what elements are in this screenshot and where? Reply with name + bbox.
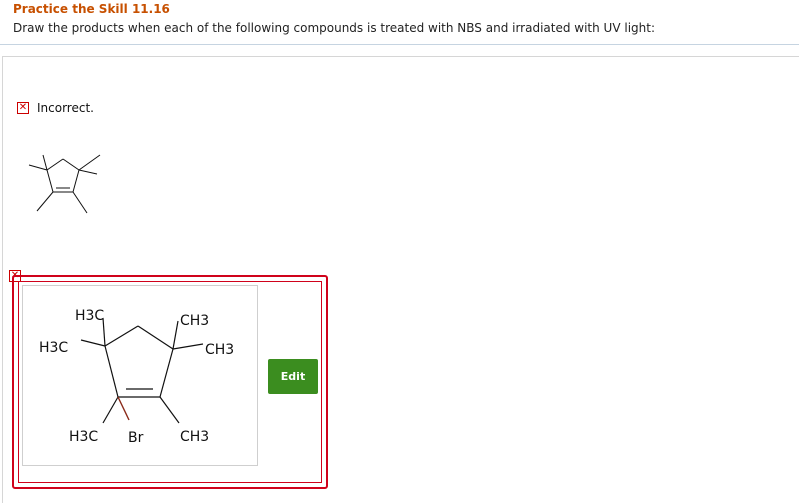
atom-label: CH3 bbox=[205, 342, 234, 358]
question-title: Practice the Skill 11.16 bbox=[13, 2, 170, 16]
given-compound-structure bbox=[28, 154, 101, 214]
ring-bond bbox=[62, 158, 80, 171]
methyl-bond bbox=[78, 169, 98, 175]
methyl-bond bbox=[78, 154, 101, 171]
ring-bond bbox=[72, 169, 80, 193]
methyl-bond bbox=[72, 191, 88, 214]
drawing-canvas[interactable]: H3C H3C CH3 CH3 H3C Br CH3 bbox=[22, 285, 258, 466]
methyl-bond bbox=[36, 191, 54, 212]
methyl-bond bbox=[172, 343, 204, 350]
ring-bond bbox=[137, 325, 174, 350]
methyl-bond bbox=[172, 320, 179, 350]
product-structure: H3C H3C CH3 CH3 H3C Br CH3 bbox=[39, 308, 234, 446]
edit-button[interactable]: Edit bbox=[268, 359, 318, 394]
feedback-status: Incorrect. bbox=[37, 101, 94, 115]
atom-label: H3C bbox=[69, 429, 98, 445]
ring-bond bbox=[46, 158, 64, 171]
ring-bond bbox=[159, 348, 174, 398]
ring-bond bbox=[104, 325, 139, 347]
x-mark-icon: ✕ bbox=[17, 102, 29, 114]
methyl-bond bbox=[102, 396, 119, 424]
methyl-bond bbox=[42, 154, 48, 171]
atom-label: H3C bbox=[39, 340, 68, 356]
question-prompt: Draw the products when each of the follo… bbox=[13, 21, 656, 35]
ring-bond bbox=[104, 345, 119, 398]
methyl-bond bbox=[28, 164, 48, 171]
methyl-bond bbox=[159, 396, 180, 424]
atom-label: CH3 bbox=[180, 313, 209, 329]
bromine-bond bbox=[117, 396, 130, 421]
atom-label: CH3 bbox=[180, 429, 209, 445]
divider bbox=[0, 44, 799, 45]
methyl-bond bbox=[80, 339, 106, 347]
atom-label: H3C bbox=[75, 308, 104, 324]
atom-label: Br bbox=[128, 430, 144, 446]
ring-bond bbox=[46, 169, 54, 193]
